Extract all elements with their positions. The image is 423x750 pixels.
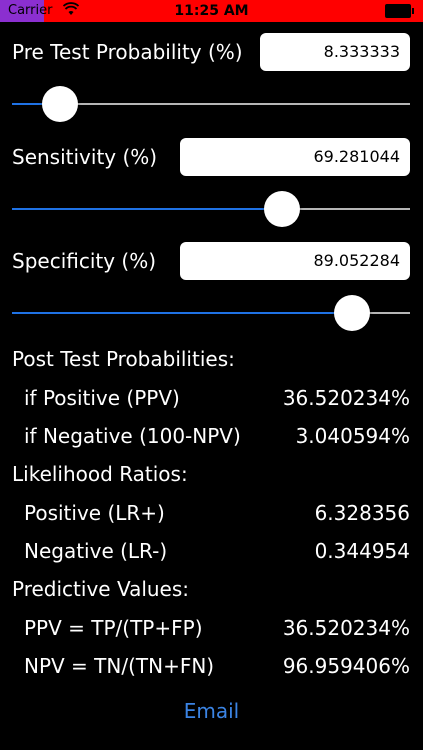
specificity-slider[interactable]: [12, 293, 410, 333]
likelihood-heading: Likelihood Ratios:: [12, 462, 188, 486]
ppv-formula-value: 36.520234%: [282, 616, 410, 640]
email-button[interactable]: Email: [0, 699, 423, 723]
slider-thumb[interactable]: [334, 295, 370, 331]
specificity-label: Specificity (%): [12, 249, 157, 273]
slider-thumb[interactable]: [264, 191, 300, 227]
battery-icon: [385, 4, 414, 18]
status-bar: Carrier 11:25 AM: [0, 0, 423, 22]
negative-post-test-value: 3.040594%: [295, 424, 410, 448]
slider-fill: [12, 208, 282, 210]
predictive-heading: Predictive Values:: [12, 577, 190, 601]
npv-formula-label: NPV = TN/(TN+FN): [24, 654, 215, 678]
specificity-input[interactable]: 89.052284: [180, 242, 410, 280]
pretest-input[interactable]: 8.333333: [260, 33, 410, 71]
sensitivity-input[interactable]: 69.281044: [180, 138, 410, 176]
lr-negative-value: 0.344954: [314, 539, 410, 563]
status-time: 11:25 AM: [174, 3, 249, 19]
ppv-value: 36.520234%: [282, 386, 410, 410]
npv-formula-value: 96.959406%: [282, 654, 410, 678]
slider-fill: [12, 312, 352, 314]
sensitivity-slider[interactable]: [12, 189, 410, 229]
negative-post-test-label: if Negative (100-NPV): [24, 424, 241, 448]
ppv-label: if Positive (PPV): [24, 386, 180, 410]
sensitivity-label: Sensitivity (%): [12, 145, 158, 169]
pretest-slider[interactable]: [12, 84, 410, 124]
pretest-label: Pre Test Probability (%): [12, 40, 243, 64]
post-test-heading: Post Test Probabilities:: [12, 347, 235, 371]
lr-positive-label: Positive (LR+): [24, 501, 165, 525]
ppv-formula-label: PPV = TP/(TP+FP): [24, 616, 203, 640]
lr-positive-value: 6.328356: [314, 501, 410, 525]
slider-thumb[interactable]: [42, 86, 78, 122]
lr-negative-label: Negative (LR-): [24, 539, 168, 563]
